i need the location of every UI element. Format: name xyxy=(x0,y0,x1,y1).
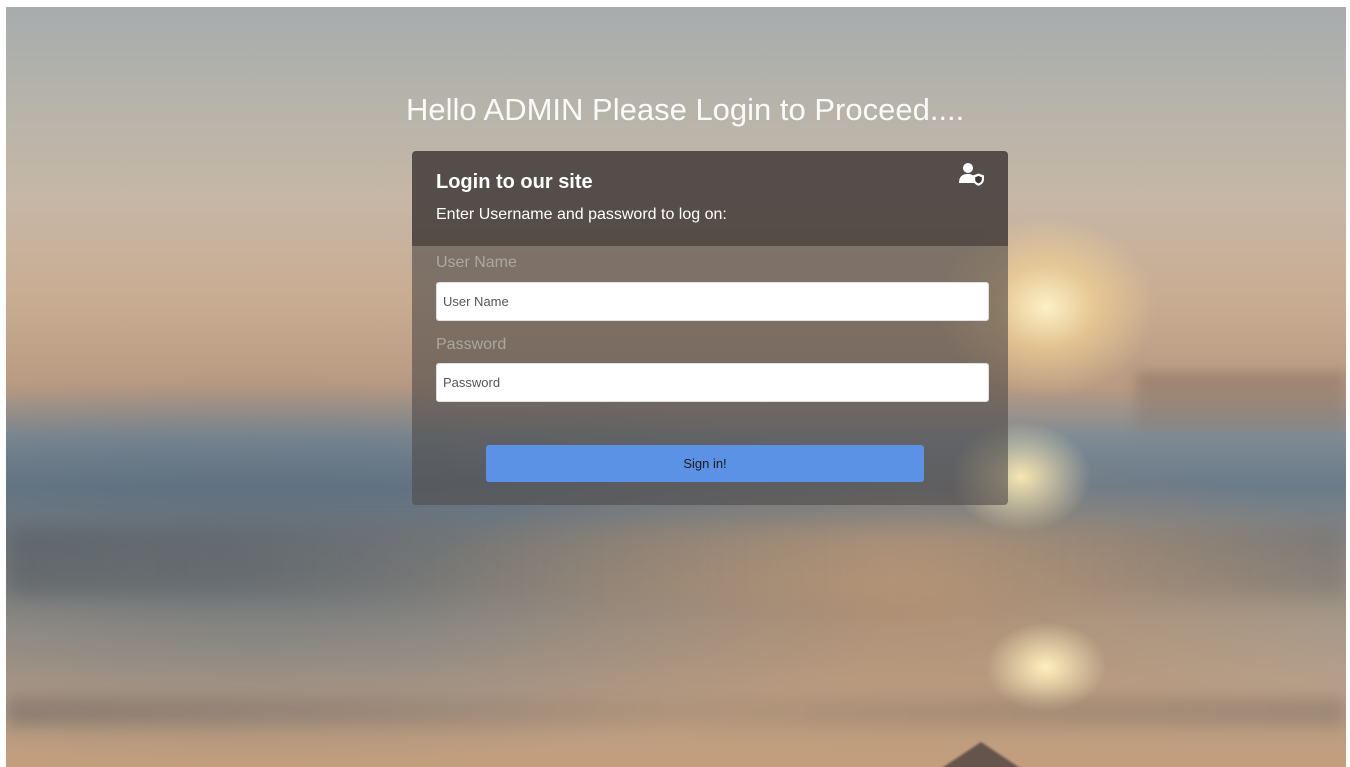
login-subtitle: Enter Username and password to log on: xyxy=(436,206,727,223)
login-title: Login to our site xyxy=(436,171,593,193)
background-waves xyxy=(6,527,1346,597)
username-input[interactable] xyxy=(436,282,989,321)
password-input[interactable] xyxy=(436,363,989,402)
background-city-blur xyxy=(1136,372,1346,432)
login-form: Login to our site Enter Username and pas… xyxy=(412,151,1008,505)
login-card-header: Login to our site Enter Username and pas… xyxy=(412,151,1008,246)
username-label: User Name xyxy=(436,254,517,271)
user-shield-icon xyxy=(958,160,986,188)
password-label: Password xyxy=(436,336,507,353)
sign-in-button[interactable]: Sign in! xyxy=(486,445,924,482)
background-shore xyxy=(6,697,1346,727)
page-heading: Hello ADMIN Please Login to Proceed.... xyxy=(406,92,965,127)
background-shell xyxy=(936,742,1026,767)
